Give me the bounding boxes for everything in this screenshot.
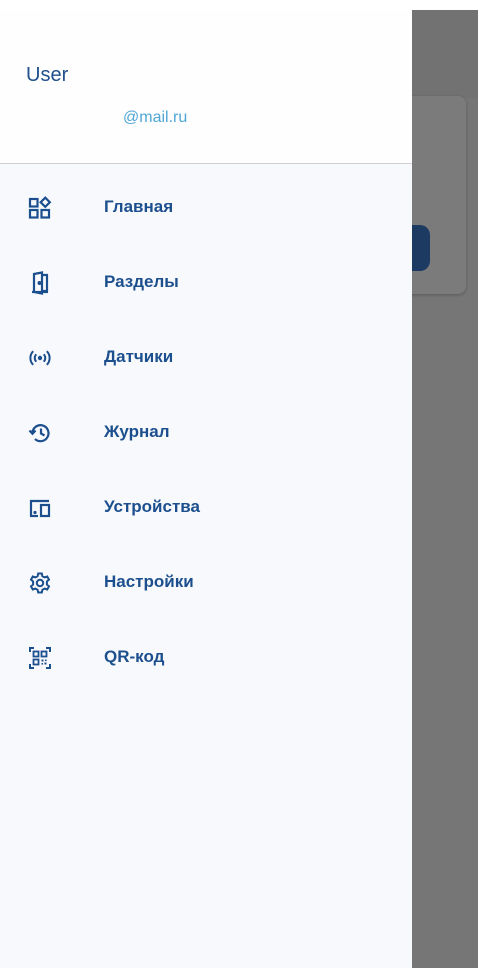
user-email: @mail.ru	[123, 109, 188, 126]
sensor-signal-icon	[28, 346, 52, 370]
status-bar	[0, 0, 478, 10]
user-name: User	[26, 64, 69, 86]
menu-item-devices[interactable]: Устройства	[0, 478, 412, 538]
menu-item-label: Устройства	[104, 497, 200, 516]
dashboard-icon	[28, 196, 52, 220]
drawer-header: User @mail.ru	[0, 10, 412, 164]
menu-item-label: Датчики	[104, 347, 174, 366]
menu-item-label: Главная	[104, 197, 174, 216]
navigation-drawer: User @mail.ru Главная Разделы Датчики Жу…	[0, 10, 412, 968]
qr-code-icon	[28, 646, 52, 670]
menu-item-label: Настройки	[104, 572, 194, 591]
gear-icon	[28, 571, 52, 595]
history-icon	[28, 421, 52, 445]
door-open-icon	[28, 271, 52, 295]
menu-item-qr-code[interactable]: QR-код	[0, 628, 412, 688]
menu-item-home[interactable]: Главная	[0, 178, 412, 238]
menu-item-settings[interactable]: Настройки	[0, 553, 412, 613]
menu-item-sections[interactable]: Разделы	[0, 253, 412, 313]
menu-item-sensors[interactable]: Датчики	[0, 328, 412, 388]
devices-icon	[28, 496, 52, 520]
menu-item-journal[interactable]: Журнал	[0, 403, 412, 463]
menu-item-label: Разделы	[104, 272, 179, 291]
menu-item-label: Журнал	[104, 422, 170, 441]
menu-item-label: QR-код	[104, 647, 165, 666]
